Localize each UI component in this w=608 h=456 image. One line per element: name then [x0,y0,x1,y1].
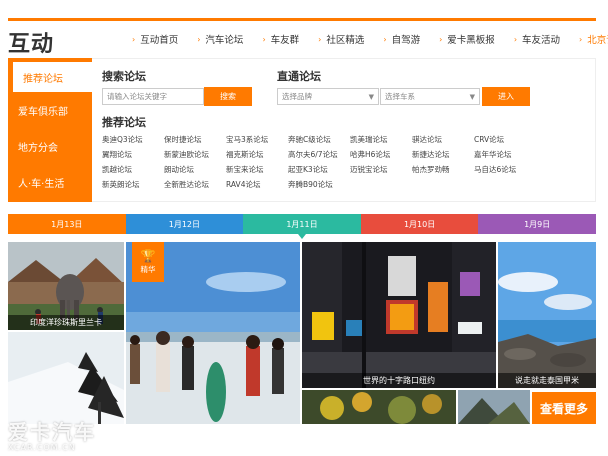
search-input[interactable]: 请输入论坛关键字 [102,88,204,105]
photo-caption: 世界的十字路口纽约 [302,373,496,388]
photo-krabi-image [498,242,596,388]
forum-link[interactable]: 嘉年华论坛 [474,149,536,160]
brand-select[interactable]: 选择品牌 ▼ [277,88,379,105]
series-select[interactable]: 选择车系 ▼ [380,88,480,105]
forum-link[interactable]: 奥迪Q3论坛 [102,134,164,145]
photo-sri-lanka[interactable]: 印度洋珍珠斯里兰卡 [8,242,124,330]
nav-item[interactable]: › 互动首页 [132,32,179,47]
forum-link[interactable]: RAV4论坛 [226,179,288,190]
photo-snow-tree[interactable] [8,332,124,424]
top-navigation: › 互动首页 › 汽车论坛 › 车友群 › 社区精选 › 自驾游 › 爱卡黑板报 › 车友活动 › 北京论坛 [132,32,608,47]
date-tab[interactable]: 1月11日 [243,214,361,239]
forum-link[interactable]: 奔腾B90论坛 [288,179,350,190]
series-select-label: 选择车系 [385,92,415,101]
photo-new-york-image [302,242,496,388]
forum-link[interactable]: 帕杰罗劲畅 [412,164,474,175]
direct-forum-title: 直通论坛 [277,70,321,83]
nav-item-label: 汽车论坛 [205,35,244,46]
sidebar-item[interactable]: 人·车·生活 [8,164,92,200]
sidebar: 推荐论坛 爱车俱乐部 地方分会 人·车·生活 [8,58,92,202]
sidebar-item[interactable]: 爱车俱乐部 [8,92,92,128]
nav-item-label: 车友群 [270,35,300,46]
nav-item[interactable]: › 爱卡黑板报 [439,32,495,47]
photo-caption: 说走就走泰国甲米 [498,373,596,388]
forum-link[interactable]: 马自达6论坛 [474,164,536,175]
forum-link[interactable]: 新蒙迪欧论坛 [164,149,226,160]
search-button[interactable]: 搜索 [204,87,252,106]
photo-autumn-image [302,390,456,424]
chevron-right-icon: › [318,34,322,44]
nav-item-label: 互动首页 [140,35,179,46]
chevron-right-icon: › [513,34,518,44]
forum-link[interactable]: 凯美瑞论坛 [350,134,412,145]
forum-link[interactable]: 宝马3系论坛 [226,134,288,145]
forum-link[interactable]: CRV论坛 [474,134,536,145]
photo-new-york[interactable]: 世界的十字路口纽约 [302,242,496,388]
forum-link[interactable]: 凯越论坛 [102,164,164,175]
nav-item-label: 爱卡黑板报 [447,35,495,46]
date-tabs: 1月13日 1月12日 1月11日 1月10日 1月9日 [8,214,596,239]
chevron-right-icon: › [262,34,266,44]
nav-item[interactable]: › 社区精选 [318,32,365,47]
forum-link[interactable]: 翼翔论坛 [102,149,164,160]
nav-item[interactable]: › 车友活动 [513,32,561,47]
forum-link[interactable]: 全新胜达论坛 [164,179,226,190]
chevron-right-icon: › [439,34,443,44]
chevron-down-icon: ▼ [368,92,374,101]
forum-link[interactable]: 新宝来论坛 [226,164,288,175]
forum-link[interactable]: 奔驰C级论坛 [288,134,350,145]
watermark-text: 爱卡汽车 [8,420,96,444]
nav-item[interactable]: › 自驾游 [383,32,421,47]
enter-button[interactable]: 进入 [482,87,530,106]
recommended-forum-list: 奥迪Q3论坛 保时捷论坛 宝马3系论坛 奔驰C级论坛 凯美瑞论坛 骐达论坛 CRV论坛翼翔论… [102,134,572,190]
forum-link[interactable]: 起亚K3论坛 [288,164,350,175]
nav-item-label: 自驾游 [391,35,421,46]
section-title: 互动 [8,32,55,57]
brand-select-label: 选择品牌 [282,92,312,101]
site-watermark: 爱卡汽车 XCAR.COM.CN [8,416,96,452]
forum-link[interactable]: 哈弗H6论坛 [350,149,412,160]
forum-link[interactable]: 福克斯论坛 [226,149,288,160]
forum-link[interactable]: 新英朗论坛 [102,179,164,190]
forum-link[interactable]: 高尔夫6/7论坛 [288,149,350,160]
chevron-down-icon: ▼ [469,92,475,101]
nav-item[interactable]: › 北京论坛 [579,32,608,47]
page: 互动 › 互动首页 › 汽车论坛 › 车友群 › 社区精选 › 自驾游 › 爱卡黑板报 › 车友活动 › 北京… [0,0,608,456]
nav-item-label: 车友活动 [522,35,561,46]
chevron-right-icon: › [579,34,583,44]
sidebar-item[interactable]: 推荐论坛 [11,62,92,92]
nav-item-label: 北京论坛 [587,35,608,46]
recommended-forum-title: 推荐论坛 [102,116,146,129]
date-tab[interactable]: 1月9日 [478,214,596,234]
forum-link[interactable]: 保时捷论坛 [164,134,226,145]
featured-badge: 🏆 精华 [132,242,164,282]
nav-item-label: 社区精选 [326,35,365,46]
sidebar-item[interactable]: 地方分会 [8,128,92,164]
forum-link[interactable]: 朗动论坛 [164,164,226,175]
chevron-right-icon: › [132,34,136,44]
date-tab[interactable]: 1月10日 [360,214,479,234]
view-more-button[interactable]: 查看更多 [532,392,596,424]
date-tab[interactable]: 1月12日 [125,214,244,234]
chevron-right-icon: › [197,34,201,44]
chevron-right-icon: › [383,34,387,44]
trophy-icon: 🏆 [140,248,156,263]
photo-caption: 印度洋珍珠斯里兰卡 [8,315,124,330]
date-tab[interactable]: 1月13日 [8,214,126,234]
photo-mountain-image [458,390,530,424]
nav-item[interactable]: › 汽车论坛 [197,32,244,47]
forum-link[interactable]: 骐达论坛 [412,134,474,145]
photo-autumn[interactable] [302,390,456,424]
photo-krabi[interactable]: 说走就走泰国甲米 [498,242,596,388]
search-forum-title: 搜索论坛 [102,70,146,83]
featured-badge-label: 精华 [140,264,156,274]
forum-link[interactable]: 迈锐宝论坛 [350,164,412,175]
header-accent-line [8,18,596,21]
forum-link[interactable]: 新捷达论坛 [412,149,474,160]
nav-item[interactable]: › 车友群 [262,32,300,47]
photo-snow-tree-image [8,332,124,424]
photo-mountain[interactable] [458,390,530,424]
